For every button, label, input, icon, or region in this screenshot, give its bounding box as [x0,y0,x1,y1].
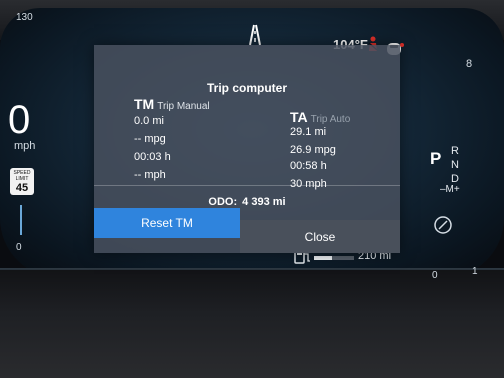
trip-manual-time: 00:03 h [134,151,171,163]
gear-park: P [430,149,442,168]
trip-manual-consumption: -- mpg [134,133,166,145]
trip-manual-code: TM [134,96,155,112]
trip-computer-dialog: Trip computer TM Trip Manual 0.0 mi -- mp… [94,45,400,253]
fuel-level-bar [314,256,354,260]
power-gauge-one: 1 [472,266,478,277]
speed-scale-zero: 0 [16,242,22,253]
fuel-level-fill [314,256,332,260]
lane-assist-icon [249,24,261,46]
trip-manual-column: TM Trip Manual 0.0 mi -- mpg 00:03 h -- m… [134,96,254,181]
trip-auto-label: Trip Auto [310,114,351,125]
odometer-label: ODO: [208,196,238,208]
gear-manual: –M+ [440,184,460,195]
trip-auto-header: TA Trip Auto [290,109,390,125]
trip-manual-header: TM Trip Manual [134,96,254,112]
speed-scale-top: 130 [16,12,33,23]
gear-reverse: R [451,145,459,157]
power-gauge-zero: 0 [432,270,438,281]
trip-manual-distance: 0.0 mi [134,115,164,127]
speed-limit-label: SPEED LIMIT [13,170,31,182]
odometer-value: 4 393 mi [242,196,286,208]
trip-auto-speed: 30 mph [290,178,327,190]
trip-auto-distance: 29.1 mi [290,126,327,138]
speed-limit-sign: SPEED LIMIT 45 [10,168,34,195]
dashboard-lower-trim [0,270,504,378]
tach-scale-label: 8 [466,58,473,70]
dialog-divider [94,185,400,186]
speed-limit-value: 45 [15,182,29,194]
trip-auto-code: TA [290,109,308,125]
gear-neutral: N [451,159,459,171]
close-button[interactable]: Close [240,220,400,253]
dialog-title: Trip computer [206,81,287,95]
speed-unit: mph [14,140,36,152]
speed-scale-bar [20,205,22,235]
trip-auto-column: TA Trip Auto 29.1 mi 26.9 mpg 00:58 h 30 … [290,109,390,190]
trip-manual-label: Trip Manual [157,101,210,112]
trip-auto-consumption: 26.9 mpg [290,144,336,156]
trip-auto-time: 00:58 h [290,160,327,172]
trip-manual-speed: -- mph [134,169,166,181]
current-speed: 0 [8,98,31,142]
power-gauge-icon [434,216,452,234]
reset-trip-button[interactable]: Reset TM [94,208,240,238]
odometer: ODO: 4 393 mi [94,196,400,208]
